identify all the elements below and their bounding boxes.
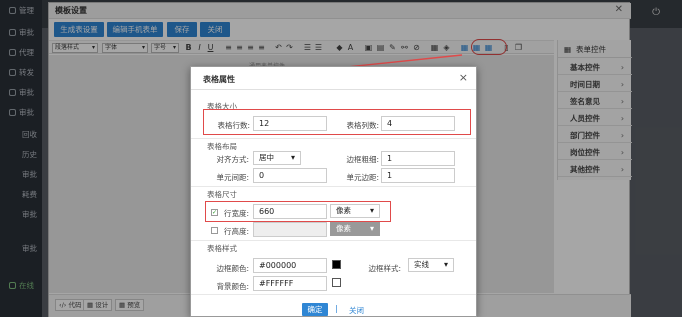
border-style-select[interactable]: 实线: [408, 258, 454, 272]
height-label: 行高度:: [223, 227, 249, 236]
border-color-label: 边框颜色:: [216, 264, 249, 273]
bg-color-swatch[interactable]: [332, 278, 341, 287]
highlight-box: [205, 201, 391, 222]
confirm-button[interactable]: 确定: [302, 303, 328, 316]
align-label: 对齐方式:: [216, 155, 249, 164]
dimension-section-title: 表格尺寸: [207, 190, 237, 199]
divider: [191, 294, 476, 295]
close-icon[interactable]: ×: [459, 71, 468, 84]
border-style-label: 边框样式:: [368, 264, 401, 273]
divider: [191, 186, 476, 187]
divider: [191, 89, 476, 90]
border-width-label: 边框粗细:: [346, 155, 379, 164]
border-width-input[interactable]: 1: [381, 151, 455, 166]
style-section-title: 表格样式: [207, 244, 237, 253]
layout-section-title: 表格布局: [207, 142, 237, 151]
bg-color-input[interactable]: #FFFFFF: [253, 276, 327, 291]
height-unit-select[interactable]: 像素: [330, 222, 380, 236]
cell-padding-label: 单元边距:: [346, 173, 379, 182]
bg-color-label: 背景颜色:: [216, 282, 249, 291]
border-color-input[interactable]: #000000: [253, 258, 327, 273]
border-color-swatch[interactable]: [332, 260, 341, 269]
table-properties-dialog: 表格属性 × 表格大小 表格行数: 12 表格列数: 4 表格布局 对齐方式: …: [190, 66, 477, 317]
cell-spacing-label: 单元间距:: [216, 173, 249, 182]
dialog-title: 表格属性: [203, 75, 235, 84]
button-separator: |: [335, 304, 338, 313]
cell-padding-input[interactable]: 1: [381, 168, 455, 183]
cancel-link[interactable]: 关闭: [349, 305, 364, 316]
divider: [191, 138, 476, 139]
divider: [191, 240, 476, 241]
cell-spacing-input[interactable]: 0: [253, 168, 327, 183]
height-input[interactable]: [253, 222, 327, 237]
align-select[interactable]: 居中: [253, 151, 301, 165]
height-checkbox[interactable]: [211, 227, 218, 234]
highlight-box: [203, 109, 471, 135]
